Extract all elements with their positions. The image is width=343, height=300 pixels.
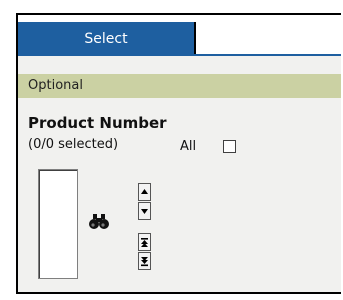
- move-up-button[interactable]: [138, 183, 151, 201]
- field-title: Product Number: [28, 114, 167, 132]
- arrow-to-bottom-icon: [141, 256, 148, 266]
- selection-count: (0/0 selected): [28, 137, 119, 152]
- arrow-to-top-icon: [141, 237, 148, 247]
- tab-select[interactable]: Select: [18, 22, 194, 56]
- arrow-down-icon: [141, 209, 148, 214]
- all-label: All: [180, 139, 197, 154]
- tab-baseline: [18, 54, 341, 56]
- move-to-top-button[interactable]: [138, 233, 151, 251]
- binoculars-icon[interactable]: [88, 213, 110, 231]
- arrow-up-icon: [141, 189, 148, 194]
- section-header: Optional: [18, 74, 341, 98]
- move-to-bottom-button[interactable]: [138, 252, 151, 270]
- selection-panel: Select Optional Product Number (0/0 sele…: [16, 13, 341, 294]
- product-number-listbox[interactable]: [38, 169, 78, 279]
- all-checkbox[interactable]: [223, 140, 236, 153]
- tab-strip: Select: [18, 15, 341, 56]
- move-down-button[interactable]: [138, 202, 151, 220]
- tab-divider: [194, 22, 196, 55]
